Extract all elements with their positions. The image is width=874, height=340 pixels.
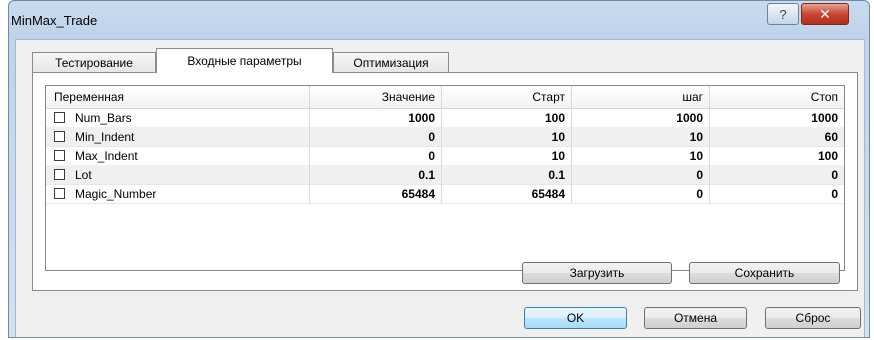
- dialog-client-area: Тестирование Входные параметры Оптимизац…: [15, 39, 865, 337]
- variable-name: Max_Indent: [75, 148, 138, 163]
- stop-cell[interactable]: 60: [710, 127, 844, 146]
- table-row[interactable]: Max_Indent 0 10 10 100: [46, 146, 844, 166]
- tab-testing[interactable]: Тестирование: [32, 52, 156, 72]
- optimize-checkbox[interactable]: [54, 150, 65, 161]
- input-parameters-panel: Переменная Значение Старт шаг Стоп Num_B…: [32, 72, 858, 291]
- optimize-checkbox[interactable]: [54, 169, 65, 180]
- parameters-table: Переменная Значение Старт шаг Стоп Num_B…: [45, 85, 845, 271]
- step-cell[interactable]: 10: [572, 127, 710, 146]
- variable-name: Lot: [75, 167, 92, 182]
- stop-cell[interactable]: 100: [710, 146, 844, 165]
- column-header-start[interactable]: Старт: [442, 86, 572, 108]
- table-row[interactable]: Lot 0.1 0.1 0 0: [46, 165, 844, 185]
- column-header-variable[interactable]: Переменная: [46, 86, 310, 108]
- dialog-window: MinMax_Trade ? ✕ Тестирование Входные па…: [8, 0, 870, 338]
- start-cell[interactable]: 10: [442, 127, 572, 146]
- table-row[interactable]: Magic_Number 65484 65484 0 0: [46, 184, 844, 204]
- start-cell[interactable]: 100: [442, 108, 572, 127]
- stop-cell[interactable]: 1000: [710, 108, 844, 127]
- value-cell[interactable]: 65484: [310, 184, 442, 203]
- tab-label: Оптимизация: [353, 55, 429, 70]
- step-cell[interactable]: 10: [572, 146, 710, 165]
- help-icon: ?: [779, 6, 787, 22]
- table-row[interactable]: Num_Bars 1000 100 1000 1000: [46, 108, 844, 128]
- variable-name: Min_Indent: [75, 129, 135, 144]
- start-cell[interactable]: 65484: [442, 184, 572, 203]
- tab-label: Входные параметры: [187, 54, 302, 68]
- start-cell[interactable]: 10: [442, 146, 572, 165]
- close-button[interactable]: ✕: [801, 3, 849, 25]
- optimize-checkbox[interactable]: [54, 188, 65, 199]
- optimize-checkbox[interactable]: [54, 112, 65, 123]
- load-button[interactable]: Загрузить: [522, 262, 672, 284]
- variable-cell: Max_Indent: [46, 146, 310, 165]
- save-button[interactable]: Сохранить: [689, 262, 840, 284]
- stop-cell[interactable]: 0: [710, 184, 844, 203]
- close-icon: ✕: [819, 5, 831, 22]
- title-bar[interactable]: MinMax_Trade ? ✕: [9, 1, 869, 39]
- table-row[interactable]: Min_Indent 0 10 10 60: [46, 127, 844, 147]
- column-header-value[interactable]: Значение: [310, 86, 442, 108]
- window-title: MinMax_Trade: [11, 13, 98, 28]
- variable-name: Magic_Number: [75, 186, 157, 201]
- variable-cell: Magic_Number: [46, 184, 310, 203]
- tab-input-parameters[interactable]: Входные параметры: [156, 48, 333, 73]
- cancel-button[interactable]: Отмена: [644, 307, 747, 329]
- column-header-stop[interactable]: Стоп: [710, 86, 844, 108]
- tab-label: Тестирование: [55, 55, 133, 70]
- value-cell[interactable]: 0.1: [310, 165, 442, 184]
- step-cell[interactable]: 0: [572, 184, 710, 203]
- value-cell[interactable]: 0: [310, 146, 442, 165]
- variable-cell: Min_Indent: [46, 127, 310, 146]
- table-header: Переменная Значение Старт шаг Стоп: [46, 86, 844, 109]
- reset-button[interactable]: Сброс: [765, 307, 861, 329]
- variable-name: Num_Bars: [75, 110, 132, 125]
- step-cell[interactable]: 0: [572, 165, 710, 184]
- stop-cell[interactable]: 0: [710, 165, 844, 184]
- step-cell[interactable]: 1000: [572, 108, 710, 127]
- column-header-step[interactable]: шаг: [572, 86, 710, 108]
- value-cell[interactable]: 1000: [310, 108, 442, 127]
- optimize-checkbox[interactable]: [54, 131, 65, 142]
- value-cell[interactable]: 0: [310, 127, 442, 146]
- ok-button[interactable]: OK: [524, 307, 627, 329]
- start-cell[interactable]: 0.1: [442, 165, 572, 184]
- tab-optimization[interactable]: Оптимизация: [333, 52, 449, 72]
- variable-cell: Num_Bars: [46, 108, 310, 127]
- variable-cell: Lot: [46, 165, 310, 184]
- help-button[interactable]: ?: [767, 3, 799, 25]
